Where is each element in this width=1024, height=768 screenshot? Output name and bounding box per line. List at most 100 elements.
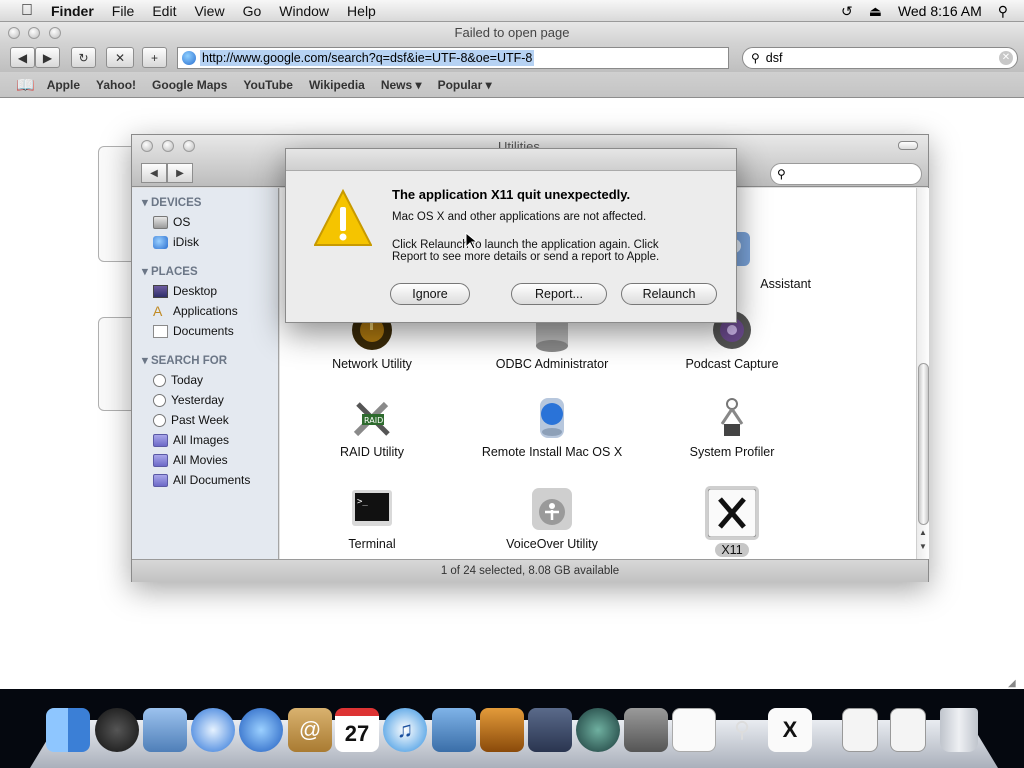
x11-icon[interactable]: X bbox=[768, 708, 812, 752]
sidebar-item-applications[interactable]: A Applications bbox=[153, 302, 238, 319]
system-profiler-icon[interactable]: ⚲ bbox=[720, 708, 764, 752]
app-item-x11[interactable]: X11 bbox=[647, 486, 817, 557]
mail-icon[interactable] bbox=[143, 708, 187, 752]
close-button[interactable] bbox=[8, 27, 20, 39]
bookmark-yahoo[interactable]: Yahoo! bbox=[96, 78, 136, 92]
relaunch-button[interactable]: Relaunch bbox=[621, 283, 717, 305]
address-book-icon[interactable]: @ bbox=[288, 708, 332, 752]
dashboard-icon[interactable] bbox=[95, 708, 139, 752]
sidebar-header-places: ▾ PLACES bbox=[142, 266, 198, 278]
sidebar-item-yesterday[interactable]: Yesterday bbox=[153, 393, 224, 407]
back-button[interactable]: ◀ bbox=[10, 47, 35, 68]
trash-icon[interactable] bbox=[940, 708, 978, 752]
itunes-icon[interactable]: ♫ bbox=[383, 708, 427, 752]
app-item-raid-utility[interactable]: RAID RAID Utility bbox=[287, 394, 457, 459]
x11-icon bbox=[705, 486, 759, 540]
magnifier-icon: ⚲ bbox=[751, 51, 760, 65]
ical-icon[interactable]: 27 bbox=[335, 708, 379, 752]
mouse-cursor-icon bbox=[465, 231, 479, 253]
sidebar-item-os[interactable]: OS bbox=[153, 215, 190, 229]
google-search-field[interactable]: ⚲ dsf ✕ bbox=[742, 47, 1018, 69]
menu-view[interactable]: View bbox=[185, 3, 233, 19]
hard-disk-icon bbox=[153, 215, 168, 229]
bookmark-youtube[interactable]: YouTube bbox=[243, 78, 293, 92]
photo-booth-icon[interactable] bbox=[480, 708, 524, 752]
sidebar-item-all-documents[interactable]: All Documents bbox=[153, 473, 250, 487]
finder-icon[interactable] bbox=[46, 708, 90, 752]
smart-folder-icon bbox=[153, 473, 168, 487]
sidebar-item-past-week[interactable]: Past Week bbox=[153, 413, 229, 427]
clear-search-icon[interactable]: ✕ bbox=[999, 51, 1013, 65]
bookmark-news[interactable]: News ▾ bbox=[381, 78, 422, 92]
menu-file[interactable]: File bbox=[103, 3, 144, 19]
menu-clock[interactable]: Wed 8:16 AM bbox=[898, 3, 982, 19]
ignore-button[interactable]: Ignore bbox=[390, 283, 470, 305]
sidebar-item-all-movies[interactable]: All Movies bbox=[153, 453, 228, 467]
safari-icon[interactable] bbox=[191, 708, 235, 752]
toolbar-toggle-button[interactable] bbox=[898, 141, 918, 150]
scroll-up-arrow-icon[interactable]: ▲ bbox=[919, 528, 927, 537]
snapback-button[interactable]: ✕ bbox=[106, 47, 134, 68]
app-item-terminal[interactable]: >_ Terminal bbox=[287, 486, 457, 551]
finder-search-input[interactable]: ⚲ bbox=[770, 163, 922, 185]
iphoto-icon[interactable] bbox=[432, 708, 476, 752]
scroll-down-arrow-icon[interactable]: ▼ bbox=[919, 542, 927, 551]
finder-forward-button[interactable]: ▶ bbox=[167, 163, 193, 183]
sidebar-item-idisk[interactable]: iDisk bbox=[153, 235, 199, 249]
safari-toolbar: ◀ ▶ ↻ ✕ + http://www.google.com/search?q… bbox=[0, 44, 1024, 72]
sidebar-item-desktop[interactable]: Desktop bbox=[153, 284, 217, 298]
bookmarks-book-icon[interactable]: 📖 bbox=[16, 76, 35, 94]
applications-icon: A bbox=[153, 302, 163, 319]
report-button[interactable]: Report... bbox=[511, 283, 607, 305]
svg-text:>_: >_ bbox=[357, 497, 368, 507]
finder-zoom-button[interactable] bbox=[183, 140, 195, 152]
ichat-icon[interactable] bbox=[239, 708, 283, 752]
forward-button[interactable]: ▶ bbox=[35, 47, 60, 68]
pdf-document-icon[interactable] bbox=[842, 708, 878, 752]
sidebar-item-all-images[interactable]: All Images bbox=[153, 433, 229, 447]
smart-folder-icon bbox=[153, 453, 168, 467]
terminal-icon: >_ bbox=[348, 486, 396, 534]
system-preferences-icon[interactable] bbox=[624, 708, 668, 752]
time-machine-icon[interactable] bbox=[576, 708, 620, 752]
time-machine-menu-icon[interactable]: ↺ bbox=[841, 3, 853, 20]
menu-go[interactable]: Go bbox=[234, 3, 271, 19]
minimize-button[interactable] bbox=[28, 27, 40, 39]
app-label: Terminal bbox=[348, 537, 396, 551]
add-bookmark-button[interactable]: + bbox=[142, 47, 167, 68]
spaces-icon[interactable] bbox=[528, 708, 572, 752]
sidebar-item-documents[interactable]: Documents bbox=[153, 324, 234, 338]
menu-edit[interactable]: Edit bbox=[143, 3, 185, 19]
address-field[interactable]: http://www.google.com/search?q=dsf&ie=UT… bbox=[177, 47, 729, 69]
menu-finder[interactable]: Finder bbox=[42, 3, 103, 19]
app-item-system-profiler[interactable]: System Profiler bbox=[647, 394, 817, 459]
menu-help[interactable]: Help bbox=[338, 3, 385, 19]
textedit-icon[interactable] bbox=[672, 708, 716, 752]
zoom-button[interactable] bbox=[49, 27, 61, 39]
finder-close-button[interactable] bbox=[141, 140, 153, 152]
reload-button[interactable]: ↻ bbox=[71, 47, 96, 68]
bookmark-apple[interactable]: Apple bbox=[47, 78, 80, 92]
safari-titlebar: Failed to open page bbox=[0, 22, 1024, 44]
finder-back-button[interactable]: ◀ bbox=[141, 163, 167, 183]
ical-day: 27 bbox=[344, 721, 370, 746]
eject-menu-icon[interactable]: ⏏ bbox=[869, 3, 882, 20]
pdf-document-icon[interactable] bbox=[890, 708, 926, 752]
app-item-remote-install-mac-os-x[interactable]: Remote Install Mac OS X bbox=[467, 394, 637, 459]
spotlight-icon[interactable]: ⚲ bbox=[998, 3, 1008, 20]
app-label: System Profiler bbox=[689, 445, 775, 459]
app-item-voiceover-utility[interactable]: VoiceOver Utility bbox=[467, 486, 637, 551]
menu-window[interactable]: Window bbox=[270, 3, 338, 19]
bookmarks-bar: 📖 Apple Yahoo! Google Maps YouTube Wikip… bbox=[0, 72, 1024, 98]
finder-minimize-button[interactable] bbox=[162, 140, 174, 152]
bookmark-popular[interactable]: Popular ▾ bbox=[438, 78, 492, 92]
bookmark-google-maps[interactable]: Google Maps bbox=[152, 78, 227, 92]
bookmark-wikipedia[interactable]: Wikipedia bbox=[309, 78, 365, 92]
forward-arrow-icon: ▶ bbox=[176, 167, 184, 179]
apple-menu-icon[interactable]:  bbox=[12, 2, 42, 20]
forward-arrow-icon: ▶ bbox=[42, 50, 53, 65]
smart-folder-icon bbox=[153, 433, 168, 447]
sidebar-item-today[interactable]: Today bbox=[153, 373, 203, 387]
scroll-thumb[interactable] bbox=[918, 363, 929, 525]
vertical-scrollbar[interactable]: ▲ ▼ bbox=[916, 188, 929, 559]
